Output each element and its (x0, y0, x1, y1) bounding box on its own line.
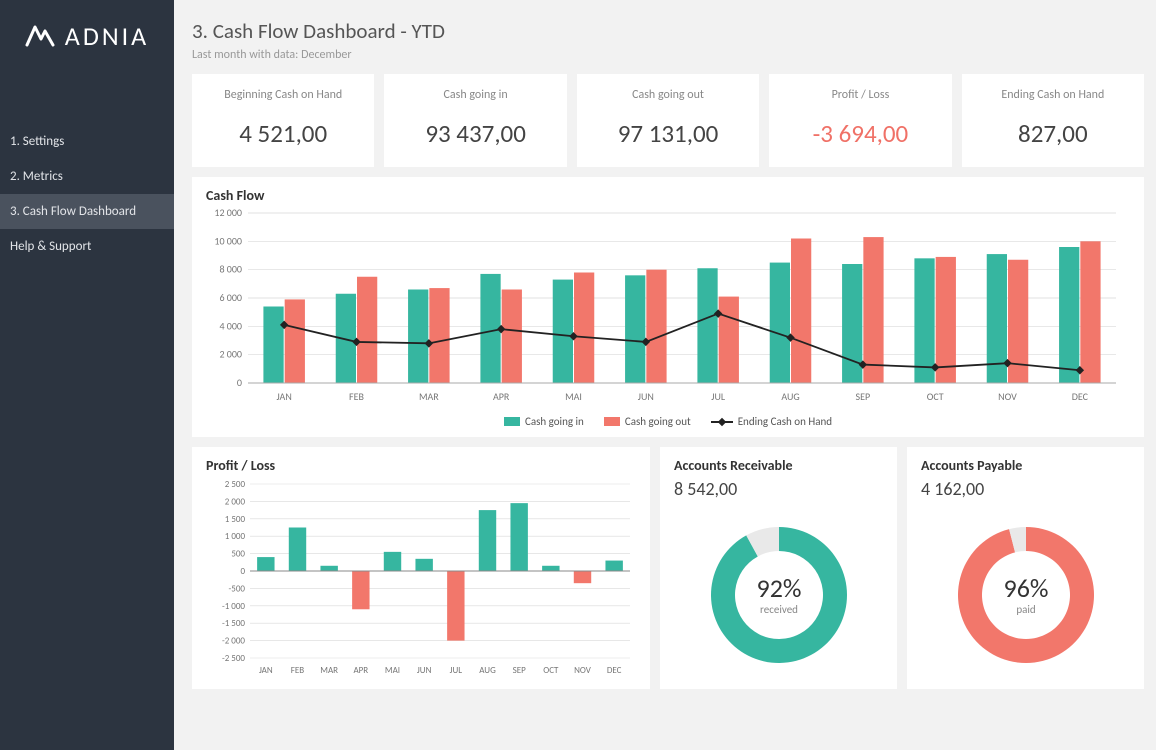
logo-icon (25, 25, 55, 47)
payable-panel: Accounts Payable 4 162,00 96%paid (907, 447, 1144, 689)
svg-text:paid: paid (1016, 603, 1035, 616)
legend-cash-in: Cash going in (504, 415, 584, 428)
profitloss-title: Profit / Loss (206, 457, 636, 474)
sidebar-item-2[interactable]: 3. Cash Flow Dashboard (0, 194, 174, 229)
page-title: 3. Cash Flow Dashboard - YTD (192, 18, 1144, 44)
sidebar-nav: 1. Settings2. Metrics3. Cash Flow Dashbo… (0, 124, 174, 264)
kpi-card-4: Ending Cash on Hand 827,00 (962, 74, 1144, 167)
svg-text:0: 0 (240, 566, 245, 577)
svg-text:92%: 92% (756, 572, 801, 604)
legend-ending: Ending Cash on Hand (711, 415, 832, 428)
svg-text:SEP: SEP (856, 390, 871, 403)
svg-text:1 000: 1 000 (225, 531, 246, 542)
kpi-value: 97 131,00 (585, 118, 751, 149)
svg-text:DEC: DEC (607, 665, 622, 676)
svg-text:OCT: OCT (927, 390, 944, 403)
bottom-row: Profit / Loss -2 500 -2 000 -1 500 -1 000 -5… (192, 447, 1144, 689)
profitloss-panel: Profit / Loss -2 500 -2 000 -1 500 -1 000 -5… (192, 447, 650, 689)
payable-donut: 96%paid (941, 510, 1111, 680)
kpi-value: 4 521,00 (200, 118, 366, 149)
kpi-label: Ending Cash on Hand (970, 88, 1136, 102)
svg-text:MAI: MAI (565, 390, 582, 403)
svg-text:AUG: AUG (781, 390, 799, 403)
page-header: 3. Cash Flow Dashboard - YTD Last month … (192, 18, 1144, 62)
svg-text:FEB: FEB (349, 390, 364, 403)
svg-text:JAN: JAN (259, 665, 273, 676)
svg-text:2 000: 2 000 (225, 496, 246, 507)
kpi-card-2: Cash going out 97 131,00 (577, 74, 759, 167)
kpi-label: Cash going in (392, 88, 558, 102)
sidebar: ADNIA 1. Settings2. Metrics3. Cash Flow … (0, 0, 174, 750)
svg-text:-1 000: -1 000 (222, 601, 245, 612)
cashflow-title: Cash Flow (206, 187, 1130, 204)
payable-title: Accounts Payable (921, 457, 1130, 474)
svg-text:0: 0 (237, 376, 242, 389)
svg-text:JUN: JUN (638, 390, 654, 403)
svg-text:APR: APR (353, 665, 368, 676)
cashflow-panel: Cash Flow 0 2 000 4 000 6 000 8 000 10 000 12 … (192, 177, 1144, 437)
svg-text:SEP: SEP (513, 665, 527, 676)
svg-text:DEC: DEC (1072, 390, 1089, 403)
svg-text:2 000: 2 000 (219, 348, 242, 361)
svg-text:JUL: JUL (450, 665, 463, 676)
kpi-label: Beginning Cash on Hand (200, 88, 366, 102)
svg-text:NOV: NOV (574, 665, 592, 676)
svg-text:12 000: 12 000 (214, 208, 242, 219)
svg-text:received: received (760, 603, 798, 616)
svg-text:4 000: 4 000 (219, 319, 242, 332)
svg-text:JUL: JUL (711, 390, 726, 403)
page-subtitle: Last month with data: December (192, 48, 1144, 62)
svg-text:8 000: 8 000 (219, 263, 242, 276)
svg-text:2 500: 2 500 (225, 479, 246, 490)
svg-text:1 500: 1 500 (225, 514, 246, 525)
svg-text:96%: 96% (1003, 572, 1048, 604)
receivable-title: Accounts Receivable (674, 457, 883, 474)
receivable-amount: 8 542,00 (674, 478, 883, 500)
kpi-label: Cash going out (585, 88, 751, 102)
sidebar-item-1[interactable]: 2. Metrics (0, 159, 174, 194)
svg-text:-2 500: -2 500 (222, 653, 245, 664)
svg-text:OCT: OCT (543, 665, 559, 676)
svg-text:500: 500 (231, 549, 245, 560)
brand-text: ADNIA (65, 20, 149, 52)
logo: ADNIA (0, 0, 174, 72)
svg-text:NOV: NOV (998, 390, 1017, 403)
svg-text:6 000: 6 000 (219, 291, 242, 304)
sidebar-item-0[interactable]: 1. Settings (0, 124, 174, 159)
kpi-row: Beginning Cash on Hand 4 521,00 Cash going… (192, 74, 1144, 167)
cashflow-legend: Cash going in Cash going out Ending Cash… (206, 415, 1130, 428)
kpi-value: 827,00 (970, 118, 1136, 149)
svg-text:AUG: AUG (479, 665, 496, 676)
svg-text:JAN: JAN (277, 390, 292, 403)
cashflow-chart: 0 2 000 4 000 6 000 8 000 10 000 12 000 JAN FEB M… (206, 208, 1126, 408)
main-content: 3. Cash Flow Dashboard - YTD Last month … (174, 0, 1156, 750)
svg-text:APR: APR (493, 390, 510, 403)
svg-text:MAR: MAR (320, 665, 338, 676)
kpi-card-0: Beginning Cash on Hand 4 521,00 (192, 74, 374, 167)
svg-text:MAI: MAI (385, 665, 400, 676)
receivable-panel: Accounts Receivable 8 542,00 92%received (660, 447, 897, 689)
svg-text:MAR: MAR (419, 390, 439, 403)
sidebar-item-3[interactable]: Help & Support (0, 229, 174, 264)
kpi-card-3: Profit / Loss -3 694,00 (769, 74, 951, 167)
receivable-donut: 92%received (694, 510, 864, 680)
svg-text:-1 500: -1 500 (222, 618, 245, 629)
svg-text:FEB: FEB (291, 665, 305, 676)
payable-amount: 4 162,00 (921, 478, 1130, 500)
kpi-value: -3 694,00 (777, 118, 943, 149)
svg-text:-2 000: -2 000 (222, 636, 245, 647)
profitloss-chart: -2 500 -2 000 -1 500 -1 000 -500 0 500 1 000 1 5… (206, 478, 636, 678)
svg-text:10 000: 10 000 (214, 234, 242, 247)
kpi-card-1: Cash going in 93 437,00 (384, 74, 566, 167)
svg-text:-500: -500 (229, 583, 246, 594)
kpi-value: 93 437,00 (392, 118, 558, 149)
legend-cash-out: Cash going out (604, 415, 691, 428)
kpi-label: Profit / Loss (777, 88, 943, 102)
svg-text:JUN: JUN (417, 665, 432, 676)
